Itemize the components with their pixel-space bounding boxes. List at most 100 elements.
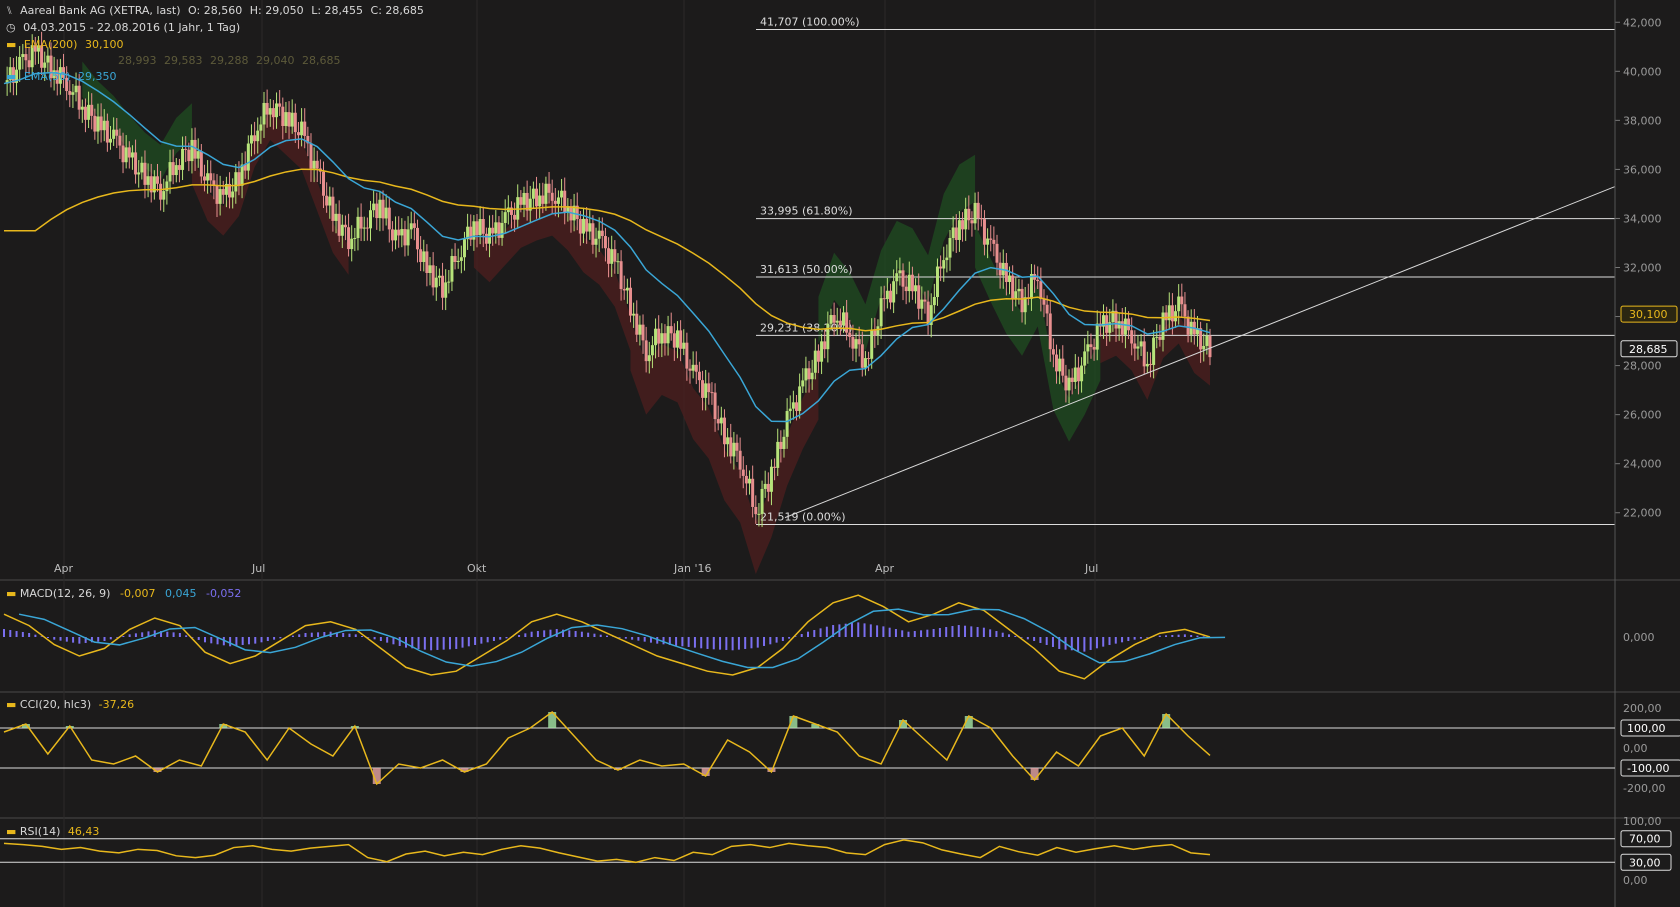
candle-up [951,227,955,238]
candle-down [738,450,742,470]
candle-up [895,273,899,282]
ema200-legend: ▬ EMA(200) 30,100 [6,38,127,51]
candle-up [588,223,592,232]
candle-up [594,238,598,245]
ema200-value: 30,100 [84,38,124,51]
candle-up [190,139,194,162]
clock-icon: ◷ [6,21,16,34]
candle-down [848,332,852,337]
candle-down [184,148,188,150]
candle-down [838,320,842,326]
candle-down [779,441,783,449]
candle-down [923,299,927,302]
candle-down [347,227,351,250]
date-range-row: ◷ 04.03.2015 - 22.08.2016 (1 Jahr, 1 Tag… [6,21,244,34]
fib-label: 41,707 (100.00%) [760,15,860,28]
candle-down [481,219,485,234]
rsi-y-tick: 30,00 [1629,856,1661,869]
candle-down [741,469,745,476]
candle-up [87,104,91,120]
candle-up [284,112,288,126]
x-tick-label: Jan '16 [673,562,711,575]
candle-up [964,208,968,230]
candle-up [945,257,949,261]
candle-down [578,219,582,234]
candle-down [697,371,701,381]
candle-up [957,220,961,240]
candle-down [187,149,191,162]
candle-down [888,290,892,303]
ema200-swatch-icon: ▬ [6,38,17,51]
candle-down [1042,299,1046,305]
candle-up [428,265,432,273]
cci-line [3,710,1211,786]
candle-up [531,188,535,199]
candle-down [873,330,877,336]
candle-up [885,290,889,300]
candle-down [600,230,604,237]
candle-down [171,162,175,176]
candle-down [707,383,711,393]
ema50-value: 29,350 [77,70,117,83]
candle-up [682,342,686,349]
candle-down [90,104,94,116]
close-value: C: 28,685 [370,4,424,17]
candle-down [121,145,125,163]
candle-down [995,243,999,263]
candle-down [296,132,300,136]
fib-label: 31,613 (50.00%) [760,263,853,276]
candle-down [309,143,313,169]
candle-down [265,102,269,115]
candle-down [641,324,645,341]
candle-down [441,275,445,298]
candle-down [221,189,225,195]
cci-value: -37,26 [98,698,135,711]
candle-down [669,326,673,334]
candle-down [1039,281,1043,300]
candle-down [619,261,623,289]
candle-up [137,172,141,175]
candle-up [1174,311,1178,322]
candle-up [328,196,332,206]
candle-down [644,340,648,362]
candle-down [1004,262,1008,282]
cci-y-tick: 100,00 [1627,722,1666,735]
candle-down [976,202,980,219]
candle-down [979,218,983,220]
candle-down [729,437,733,457]
candle-down [1120,321,1124,335]
candle-up [610,249,614,264]
candle-down [992,239,996,244]
candle-up [791,402,795,409]
candle-up [102,120,106,131]
candle-down [253,135,257,142]
chart-canvas: 41,707 (100.00%) 33,995 (61.80%) 31,613 (5… [0,0,1680,907]
candle-up [942,260,946,269]
candle-up [378,199,382,219]
candle-up [1083,351,1087,366]
candle-up [748,478,752,484]
y-tick-label: 32,000 [1623,262,1662,275]
candle-up [935,266,939,298]
candle-up [1067,377,1071,391]
rsi-y-tick: 0,00 [1623,874,1648,887]
candle-up [124,147,128,163]
candle-down [910,274,914,292]
candle-up [268,108,272,115]
candle-down [982,219,986,245]
candle-up [240,164,244,186]
candle-down [845,312,849,333]
time-axis: Apr Jul Okt Jan '16 Apr Jul [54,562,1098,575]
candle-up [181,148,185,170]
rsi-panel: 100,00 70,00 30,00 0,00 [0,815,1672,887]
candle-up [876,326,880,336]
candle-up [444,282,448,298]
candle-up [459,257,463,261]
candle-up [757,513,761,515]
candle-down [453,256,457,262]
macd-title: MACD(12, 26, 9) [19,587,111,600]
cci-oversold-fill [1030,768,1039,780]
candle-up [914,285,918,292]
candle-up [353,237,357,239]
candle-down [118,135,122,146]
